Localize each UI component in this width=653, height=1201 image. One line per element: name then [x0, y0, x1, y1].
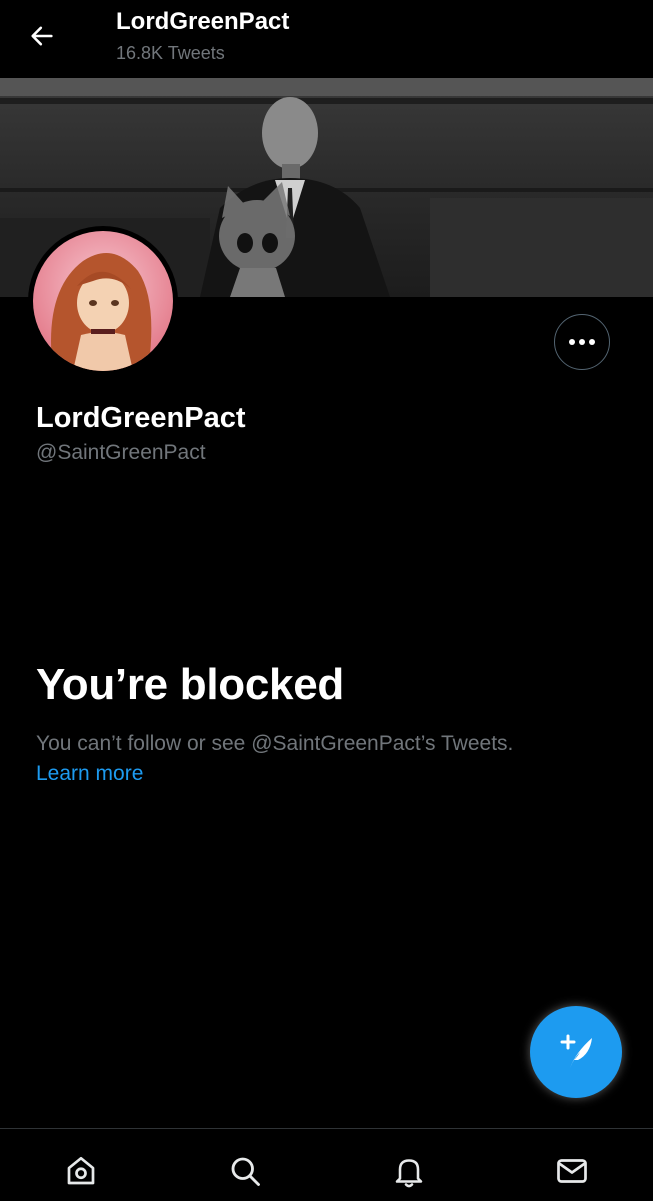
- tweet-count: 16.8K Tweets: [116, 43, 225, 63]
- messages-icon: [557, 1159, 587, 1183]
- arrow-left-icon: [31, 26, 53, 46]
- profile-handle: @SaintGreenPact: [36, 441, 206, 464]
- nav-home[interactable]: [61, 1151, 101, 1191]
- bottom-navigation: [0, 1128, 653, 1201]
- compose-tweet-button[interactable]: [530, 1006, 622, 1098]
- search-icon: [231, 1157, 260, 1186]
- nav-search[interactable]: [225, 1151, 265, 1191]
- compose-tweet-icon: [560, 1034, 592, 1068]
- profile-display-name: LordGreenPact: [36, 402, 246, 434]
- blocked-title: You’re blocked: [36, 660, 344, 709]
- header-title: LordGreenPact: [116, 8, 290, 35]
- nav-messages[interactable]: [552, 1151, 592, 1191]
- avatar[interactable]: [33, 231, 173, 371]
- more-options-button[interactable]: [554, 314, 610, 370]
- more-horizontal-icon: [569, 339, 595, 345]
- top-bar: LordGreenPact 16.8K Tweets: [0, 0, 653, 78]
- learn-more-link[interactable]: Learn more: [36, 762, 143, 786]
- notifications-icon: [395, 1159, 423, 1188]
- back-button[interactable]: [24, 18, 60, 54]
- blocked-message: You can’t follow or see @SaintGreenPact’…: [36, 732, 514, 755]
- home-icon: [67, 1156, 95, 1185]
- nav-notifications[interactable]: [389, 1151, 429, 1191]
